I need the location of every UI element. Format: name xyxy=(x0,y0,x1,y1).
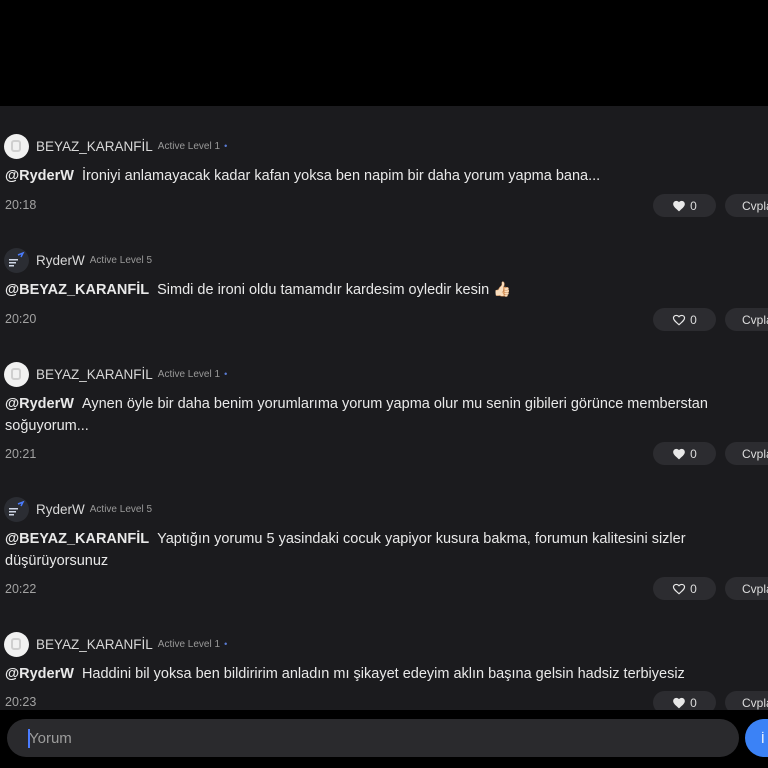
heart-outline-icon xyxy=(673,583,686,595)
user-level: Active Level 1 xyxy=(157,638,221,650)
badge-dot: • xyxy=(224,369,228,379)
heart-filled-icon xyxy=(673,697,685,709)
like-button[interactable]: 0 xyxy=(653,691,716,710)
user-level: Active Level 1 xyxy=(157,368,221,380)
username[interactable]: BEYAZ_KARANFİL xyxy=(36,139,153,154)
timestamp: 20:23 xyxy=(5,695,37,709)
like-count: 0 xyxy=(690,695,697,710)
mention[interactable]: @BEYAZ_KARANFİL xyxy=(5,282,149,298)
comment-text: @BEYAZ_KARANFİL Simdi de ironi oldu tamam… xyxy=(5,279,725,301)
send-button[interactable]: İ xyxy=(745,719,768,757)
mention[interactable]: @RyderW xyxy=(5,168,74,184)
comment-body: Haddini bil yoksa ben bildiririm anladın… xyxy=(81,666,685,682)
comment-header: RyderW Active Level 5 xyxy=(4,496,152,522)
text-caret xyxy=(28,729,30,748)
username[interactable]: RyderW xyxy=(36,253,85,268)
like-button[interactable]: 0 xyxy=(653,194,716,217)
comment-header: RyderW Active Level 5 xyxy=(4,247,152,273)
badge-dot: • xyxy=(224,639,228,649)
badge-dot: • xyxy=(224,141,228,151)
heart-filled-icon xyxy=(673,200,685,212)
like-count: 0 xyxy=(690,581,697,596)
reply-button[interactable]: Cvpla xyxy=(725,577,768,600)
reply-button[interactable]: Cvpla xyxy=(725,442,768,465)
reply-button[interactable]: Cvpla xyxy=(725,691,768,710)
comment-input[interactable] xyxy=(7,719,739,757)
user-level: Active Level 5 xyxy=(89,503,153,515)
reply-button[interactable]: Cvpla xyxy=(725,308,768,331)
comment-header: BEYAZ_KARANFİL Active Level 1 • xyxy=(4,631,227,657)
mention[interactable]: @BEYAZ_KARANFİL xyxy=(5,531,149,547)
heart-outline-icon xyxy=(673,314,686,326)
heart-filled-icon xyxy=(673,448,685,460)
reply-button[interactable]: Cvpla xyxy=(725,194,768,217)
username[interactable]: RyderW xyxy=(36,502,85,517)
timestamp: 20:21 xyxy=(5,447,37,461)
comment-composer: İ xyxy=(0,710,768,768)
like-count: 0 xyxy=(690,446,697,461)
comment-text: @RyderW Haddini bil yoksa ben bildiririm … xyxy=(5,663,725,685)
comment-text: @RyderW İroniyi anlamayacak kadar kafan y… xyxy=(5,165,725,187)
comment-body: Simdi de ironi oldu tamamdır kardesim oy… xyxy=(157,282,512,298)
comment-body: Aynen öyle bir daha benim yorumlarıma yo… xyxy=(5,396,708,434)
user-level: Active Level 5 xyxy=(89,254,153,266)
comment-body: İroniyi anlamayacak kadar kafan yoksa be… xyxy=(81,168,601,184)
comment-header: BEYAZ_KARANFİL Active Level 1 • xyxy=(4,361,227,387)
comment-feed: BEYAZ_KARANFİL Active Level 1 • @RyderW İ… xyxy=(0,106,768,710)
avatar[interactable] xyxy=(4,247,29,273)
timestamp: 20:18 xyxy=(5,198,37,212)
like-button[interactable]: 0 xyxy=(653,308,716,331)
avatar[interactable] xyxy=(4,361,29,387)
avatar[interactable] xyxy=(4,496,29,522)
like-count: 0 xyxy=(690,312,697,327)
like-button[interactable]: 0 xyxy=(653,442,716,465)
like-button[interactable]: 0 xyxy=(653,577,716,600)
user-level: Active Level 1 xyxy=(157,140,221,152)
avatar-logo-icon xyxy=(9,251,25,266)
username[interactable]: BEYAZ_KARANFİL xyxy=(36,637,153,652)
comment-header: BEYAZ_KARANFİL Active Level 1 • xyxy=(4,133,227,159)
mention[interactable]: @RyderW xyxy=(5,396,74,412)
mention[interactable]: @RyderW xyxy=(5,666,74,682)
comment-text: @RyderW Aynen öyle bir daha benim yorumla… xyxy=(5,393,725,437)
like-count: 0 xyxy=(690,198,697,213)
avatar[interactable] xyxy=(4,631,29,657)
timestamp: 20:20 xyxy=(5,312,37,326)
comment-text: @BEYAZ_KARANFİL Yaptığın yorumu 5 yasinda… xyxy=(5,528,725,572)
username[interactable]: BEYAZ_KARANFİL xyxy=(36,367,153,382)
avatar-logo-icon xyxy=(9,500,25,515)
avatar[interactable] xyxy=(4,133,29,159)
timestamp: 20:22 xyxy=(5,582,37,596)
top-black-area xyxy=(0,0,768,106)
